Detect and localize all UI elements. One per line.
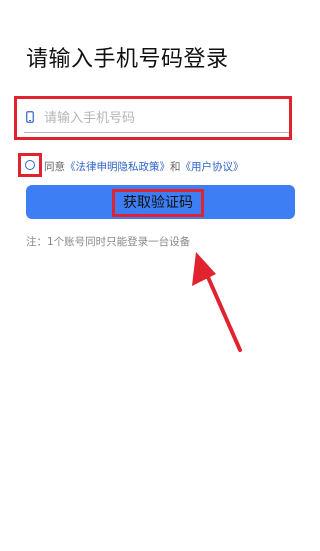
phone-field-highlight — [14, 96, 292, 140]
privacy-policy-link[interactable]: 《法律申明隐私政策》 — [65, 161, 170, 173]
user-agreement-link[interactable]: 《用户协议》 — [181, 161, 244, 173]
login-screen: 请输入手机号码登录 同意《法律申明隐私政策》和《用户协议》 获取验证码 注：1个… — [0, 0, 320, 551]
device-limit-note: 注：1个账号同时只能登录一台设备 — [26, 236, 191, 248]
button-highlight — [112, 189, 204, 217]
agreement-text: 同意《法律申明隐私政策》和《用户协议》 — [44, 159, 244, 174]
checkbox-highlight — [18, 153, 42, 177]
annotation-arrow-icon — [192, 252, 242, 352]
agreement-prefix: 同意 — [44, 161, 65, 173]
page-title: 请输入手机号码登录 — [26, 47, 229, 72]
agreement-conjunction: 和 — [170, 161, 181, 173]
